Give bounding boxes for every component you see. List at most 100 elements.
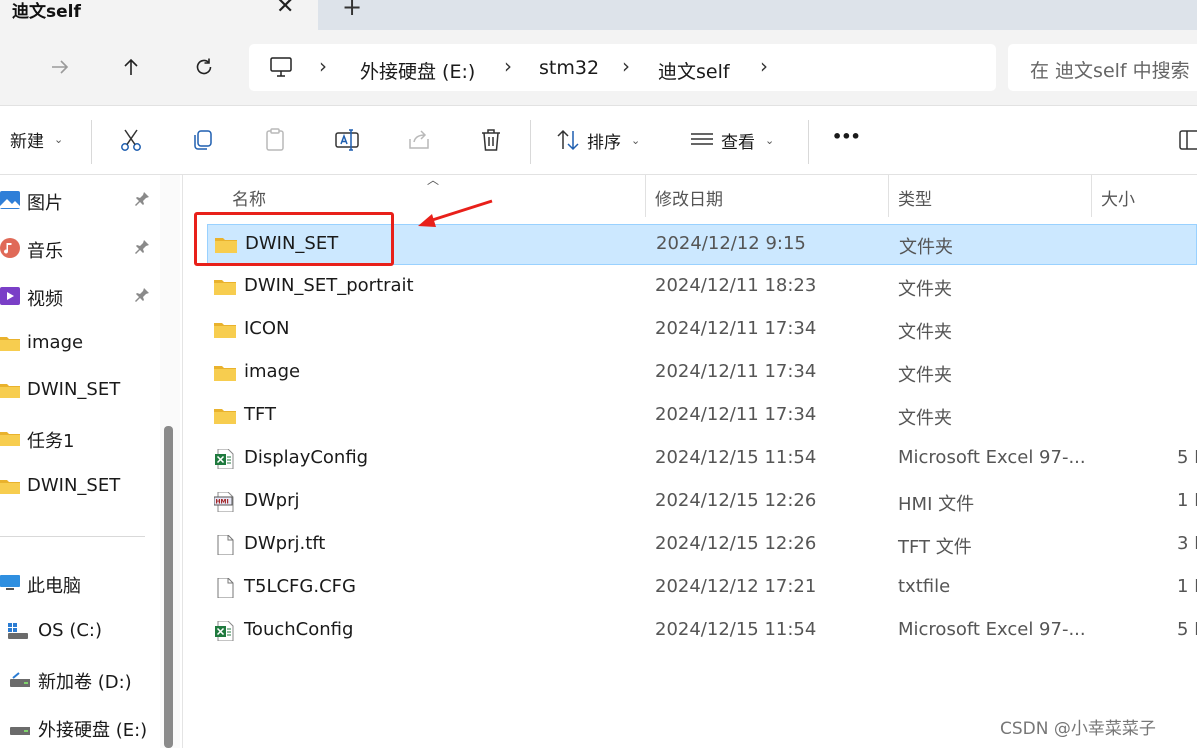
column-header-label: 名称	[232, 190, 266, 210]
chevron-right-icon[interactable]: ›	[319, 54, 327, 78]
table-row[interactable]: HMI DWprj 2024/12/15 12:26 HMI 文件 1 K	[207, 482, 1197, 523]
column-header-size[interactable]: 大小	[1092, 175, 1197, 217]
cell-date: 2024/12/15 11:54	[655, 447, 817, 468]
sidebar-item-label: 新加卷 (D:)	[38, 672, 132, 693]
sidebar-item-label: 图片	[27, 193, 63, 214]
chevron-right-icon[interactable]: ›	[622, 54, 630, 78]
cell-date: 2024/12/15 12:26	[655, 533, 817, 554]
table-row[interactable]: DWIN_SET_portrait 2024/12/11 18:23 文件夹	[207, 267, 1197, 308]
cell-size: 5 K	[1177, 619, 1197, 640]
divider	[808, 120, 809, 164]
arrow-right-icon[interactable]	[45, 52, 75, 82]
table-row[interactable]: TouchConfig 2024/12/15 11:54 Microsoft Exc…	[207, 611, 1197, 652]
sidebar-item-label: DWIN_SET	[27, 379, 121, 400]
sort-button[interactable]: 排序 ⌄	[555, 127, 640, 153]
breadcrumb-drive-e[interactable]: 外接硬盘 (E:)	[360, 57, 475, 84]
paste-button[interactable]	[262, 127, 288, 153]
rename-icon	[335, 129, 359, 151]
new-button[interactable]: 新建 ⌄	[10, 127, 63, 152]
cell-name: DWIN_SET_portrait	[244, 275, 414, 296]
rename-button[interactable]	[334, 127, 360, 153]
column-header-type[interactable]: 类型	[889, 175, 1091, 217]
table-row[interactable]: T5LCFG.CFG 2024/12/12 17:21 txtfile 1 K	[207, 568, 1197, 609]
column-header-date[interactable]: 修改日期	[646, 175, 888, 217]
sidebar-scrollbar-thumb[interactable]	[164, 426, 173, 748]
sidebar-item-videos[interactable]: 视频	[0, 276, 160, 316]
pin-icon[interactable]	[133, 190, 151, 208]
arrow-up-icon[interactable]	[116, 52, 146, 82]
search-input[interactable]: 在 迪文self 中搜索	[1008, 44, 1197, 91]
file-icon	[214, 577, 236, 599]
hmi-file-icon: HMI	[213, 491, 236, 513]
sidebar-item-drive-e[interactable]: 外接硬盘 (E:)	[0, 707, 160, 747]
sort-icon	[557, 129, 579, 151]
details-pane-button[interactable]	[1178, 127, 1197, 153]
sidebar-item-dwin-set[interactable]: DWIN_SET	[0, 370, 160, 410]
sidebar-item-drive-c[interactable]: OS (C:)	[0, 611, 160, 651]
new-label: 新建	[10, 132, 44, 152]
cell-type: txtfile	[898, 576, 951, 597]
paste-icon	[266, 128, 284, 151]
chevron-down-icon: ⌄	[631, 133, 641, 147]
copy-button[interactable]	[190, 127, 216, 153]
search-placeholder: 在 迪文self 中搜索	[1030, 60, 1190, 82]
plus-icon[interactable]: +	[342, 0, 362, 21]
table-row[interactable]: DisplayConfig 2024/12/15 11:54 Microsoft E…	[207, 439, 1197, 480]
cell-name: DWprj	[244, 490, 300, 511]
chevron-down-icon: ⌄	[54, 133, 64, 146]
tab-title: 迪文self	[12, 2, 81, 22]
column-header-label: 类型	[898, 190, 932, 210]
pin-icon[interactable]	[133, 238, 151, 256]
cell-date: 2024/12/11 17:34	[655, 318, 817, 339]
cell-name: DisplayConfig	[244, 447, 369, 468]
table-row[interactable]: ICON 2024/12/11 17:34 文件夹	[207, 310, 1197, 351]
cell-type: HMI 文件	[898, 494, 975, 515]
cell-name: DWprj.tft	[244, 533, 326, 554]
sidebar-item-label: 外接硬盘 (E:)	[38, 720, 148, 741]
folder-icon	[214, 320, 236, 340]
more-label: •••	[832, 127, 861, 146]
cell-date: 2024/12/11 17:34	[655, 361, 817, 382]
breadcrumb-current[interactable]: 迪文self	[658, 57, 730, 84]
cell-date: 2024/12/15 11:54	[655, 619, 817, 640]
sidebar-item-image[interactable]: image	[0, 323, 160, 363]
tab-current[interactable]: 迪文self ✕	[0, 0, 318, 30]
delete-button[interactable]	[478, 127, 504, 153]
computer-icon	[270, 57, 292, 77]
refresh-icon[interactable]	[189, 52, 219, 82]
scissors-icon	[121, 129, 141, 151]
cell-name: TouchConfig	[244, 619, 354, 640]
sidebar-item-music[interactable]: 音乐	[0, 228, 160, 268]
chevron-right-icon[interactable]: ›	[760, 54, 768, 78]
sidebar-item-label: 此电脑	[27, 576, 81, 597]
table-row[interactable]: DWprj.tft 2024/12/15 12:26 TFT 文件 3 K	[207, 525, 1197, 566]
breadcrumb-stm32[interactable]: stm32	[539, 57, 599, 79]
share-button[interactable]	[406, 127, 432, 153]
table-row[interactable]: TFT 2024/12/11 17:34 文件夹	[207, 396, 1197, 437]
drive-icon	[8, 623, 28, 639]
share-icon	[409, 130, 429, 149]
cell-type: 文件夹	[898, 322, 952, 343]
chevron-right-icon[interactable]: ›	[504, 54, 512, 78]
sidebar-item-dwin-set-2[interactable]: DWIN_SET	[0, 466, 160, 506]
sidebar-item-label: 视频	[27, 289, 63, 310]
sidebar-item-this-pc[interactable]: 此电脑	[0, 563, 160, 603]
close-icon[interactable]: ✕	[276, 0, 294, 19]
view-list-icon	[691, 133, 713, 145]
address-bar[interactable]: › 外接硬盘 (E:) › stm32 › 迪文self ›	[249, 44, 996, 91]
cell-size: 5 K	[1177, 447, 1197, 468]
sidebar-item-task1[interactable]: 任务1	[0, 418, 160, 458]
cell-date: 2024/12/15 12:26	[655, 490, 817, 511]
navigation-pane: 图片 音乐 视频 image DWIN_SET 任务1 DWIN_SET 此电脑…	[0, 175, 160, 748]
cut-button[interactable]	[118, 127, 144, 153]
tab-strip: 迪文self ✕ +	[0, 0, 1197, 30]
sidebar-item-pictures[interactable]: 图片	[0, 180, 160, 220]
folder-icon	[214, 406, 236, 426]
cell-size: 1 K	[1177, 576, 1197, 597]
chevron-down-icon: ⌄	[765, 133, 775, 147]
pin-icon[interactable]	[133, 286, 151, 304]
sidebar-item-drive-d[interactable]: 新加卷 (D:)	[0, 659, 160, 699]
view-button[interactable]: 查看 ⌄	[689, 127, 774, 153]
more-options-icon[interactable]: •••	[832, 127, 861, 146]
table-row[interactable]: image 2024/12/11 17:34 文件夹	[207, 353, 1197, 394]
